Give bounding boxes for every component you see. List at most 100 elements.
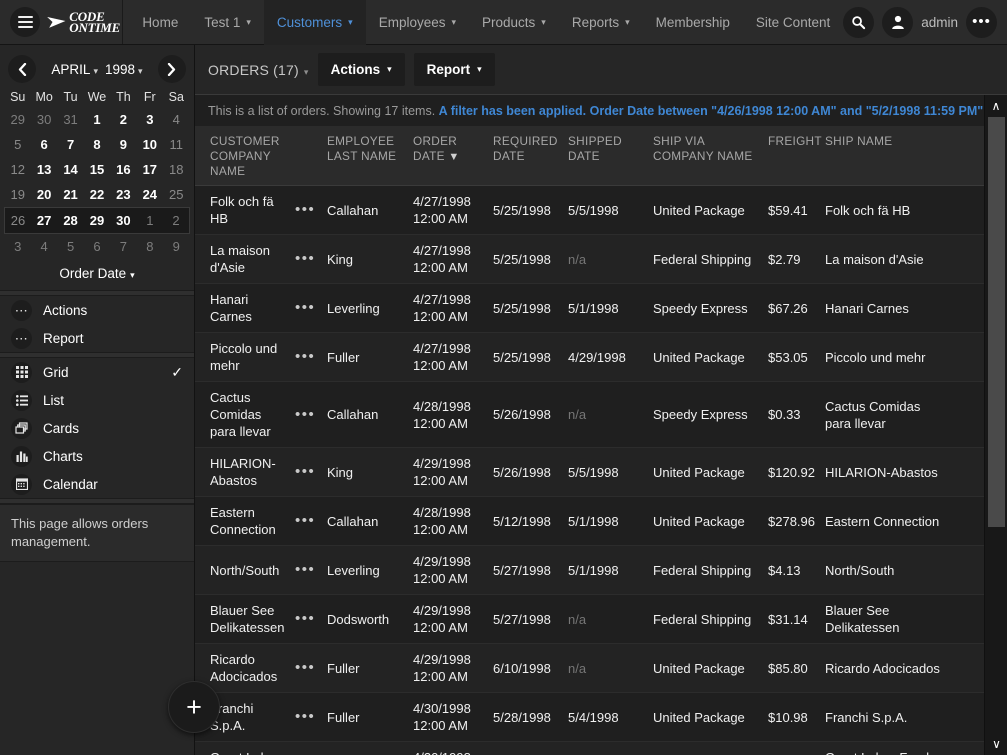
calendar-day-cell[interactable]: 7 [110, 234, 136, 260]
calendar-day-cell[interactable]: 31 [57, 107, 83, 132]
calendar-day-cell[interactable]: 9 [163, 234, 189, 260]
sidebar-item-actions[interactable]: ⋯ Actions [0, 296, 194, 324]
hamburger-menu-icon[interactable] [10, 7, 40, 37]
calendar-day-cell[interactable]: 5 [5, 132, 31, 157]
calendar-week-row[interactable]: 12 13 14 15 16 17 18 [5, 157, 190, 182]
calendar-week-row[interactable]: 26 27 28 29 30 1 2 [3, 207, 191, 234]
calendar-day-cell[interactable]: 30 [31, 107, 57, 132]
calendar-day-cell[interactable]: 7 [57, 132, 83, 157]
table-row[interactable]: Franchi S.p.A. ••• Fuller 4/30/1998 12:00 A… [195, 693, 1007, 742]
app-logo[interactable]: ➤ CODE ONTIME [44, 10, 121, 34]
calendar-day-cell[interactable]: 17 [137, 157, 163, 182]
sidebar-item-cards[interactable]: Cards [0, 414, 194, 442]
column-header-freight[interactable]: FREIGHT [768, 134, 825, 179]
calendar-day-cell[interactable]: 4 [31, 234, 57, 260]
calendar-week-row[interactable]: 3456789 [5, 234, 190, 260]
calendar-day-cell[interactable]: 19 [5, 182, 31, 208]
column-header-blank[interactable] [295, 134, 327, 179]
calendar-day-cell[interactable]: 9 [110, 132, 136, 157]
calendar-week-row[interactable]: 29 30 31 1 2 3 4 [5, 107, 190, 132]
user-avatar-icon[interactable] [882, 6, 914, 38]
calendar-week-row[interactable]: 19 20 21 22 23 24 25 [5, 182, 190, 208]
column-header-ship-name[interactable]: SHIP NAME [825, 134, 955, 179]
table-row[interactable]: La maison d'Asie ••• King 4/27/1998 12:00 A… [195, 235, 1007, 284]
scrollbar-track[interactable] [988, 117, 1005, 733]
calendar-day-cell[interactable]: 25 [163, 182, 189, 208]
overflow-menu-icon[interactable]: ••• [966, 6, 997, 38]
search-icon[interactable] [843, 6, 875, 38]
table-row[interactable]: Cactus Comidas para llevar ••• Callahan 4/2… [195, 382, 1007, 448]
calendar-day-cell[interactable]: 6 [84, 234, 110, 260]
table-row[interactable]: Hanari Carnes ••• Leverling 4/27/1998 12:00… [195, 284, 1007, 333]
table-row[interactable]: Great Lakes Food Market•••Peacock4/30/19… [195, 742, 1007, 755]
calendar-field-selector[interactable]: Order Date ▾ [4, 259, 190, 290]
scrollbar-thumb[interactable] [988, 117, 1005, 527]
calendar-day-cell[interactable]: 14 [57, 157, 83, 182]
sidebar-item-calendar[interactable]: Calendar [0, 470, 194, 498]
nav-item-reports[interactable]: Reports ▾ [559, 0, 643, 45]
table-row[interactable]: HILARION-Abastos ••• King 4/29/1998 12:00 A… [195, 448, 1007, 497]
calendar-day-cell[interactable]: 13 [31, 157, 57, 182]
calendar-week-row[interactable]: 5 6 7 8 9 10 11 [5, 132, 190, 157]
sidebar-item-report[interactable]: ⋯ Report [0, 324, 194, 352]
scroll-down-arrow-icon[interactable]: ∨ [985, 733, 1007, 755]
table-row[interactable]: North/South ••• Leverling 4/29/1998 12:00 A… [195, 546, 1007, 595]
filter-description-highlight[interactable]: A filter has been applied. Order Date be… [439, 104, 987, 118]
calendar-day-cell[interactable]: 15 [84, 157, 110, 182]
calendar-day-cell[interactable]: 8 [84, 132, 110, 157]
grid-title-selector[interactable]: ORDERS (17) ▾ [208, 62, 309, 78]
calendar-day-cell[interactable]: 11 [163, 132, 189, 157]
calendar-day-cell[interactable]: 3 [5, 234, 31, 260]
sidebar-item-charts[interactable]: Charts [0, 442, 194, 470]
calendar-day-cell[interactable]: 24 [137, 182, 163, 208]
calendar-day-cell[interactable]: 12 [5, 157, 31, 182]
column-header-customer-company-name[interactable]: CUSTOMER COMPANY NAME [195, 134, 295, 179]
nav-item-employees[interactable]: Employees ▾ [366, 0, 469, 45]
calendar-day-cell[interactable]: 5 [57, 234, 83, 260]
column-header-order-date[interactable]: ORDER DATE ▼ [413, 134, 493, 179]
nav-item-membership[interactable]: Membership [643, 0, 743, 45]
calendar-day-cell[interactable]: 1 [136, 207, 164, 234]
calendar-day-cell[interactable]: 10 [137, 132, 163, 157]
calendar-day-cell[interactable]: 29 [83, 207, 111, 234]
nav-item-site-content[interactable]: Site Content [743, 0, 843, 45]
calendar-day-cell[interactable]: 20 [31, 182, 57, 208]
nav-item-customers[interactable]: Customers ▾ [263, 0, 366, 45]
calendar-day-cell[interactable]: 18 [163, 157, 189, 182]
table-row[interactable]: Blauer See Delikatessen ••• Dodsworth 4/29/… [195, 595, 1007, 644]
calendar-day-cell[interactable]: 16 [110, 157, 136, 182]
filter-icon[interactable]: ▼ [448, 151, 459, 163]
vertical-scrollbar[interactable]: ∧ ∨ [984, 95, 1007, 755]
calendar-next-button[interactable] [157, 55, 186, 83]
table-row[interactable]: Folk och fä HB ••• Callahan 4/27/1998 12:00… [195, 186, 1007, 235]
calendar-day-cell[interactable]: 22 [84, 182, 110, 208]
calendar-day-cell[interactable]: 26 [3, 207, 31, 234]
sidebar-item-list[interactable]: List [0, 386, 194, 414]
calendar-day-cell[interactable]: 2 [110, 107, 136, 132]
calendar-day-cell[interactable]: 3 [137, 107, 163, 132]
calendar-day-cell[interactable]: 30 [110, 207, 137, 234]
calendar-prev-button[interactable] [8, 55, 36, 83]
calendar-day-cell[interactable]: 29 [5, 107, 31, 132]
column-header-required-date[interactable]: REQUIRED DATE [493, 134, 568, 179]
calendar-day-cell[interactable]: 21 [57, 182, 83, 208]
table-row[interactable]: Eastern Connection ••• Callahan 4/28/1998 1… [195, 497, 1007, 546]
new-record-button[interactable]: + [168, 681, 220, 733]
actions-button[interactable]: Actions ▾ [317, 53, 405, 86]
column-header-shipped-date[interactable]: SHIPPED DATE [568, 134, 653, 179]
calendar-day-cell[interactable]: 8 [137, 234, 163, 260]
calendar-day-cell[interactable]: 28 [57, 207, 84, 234]
column-header-ship-via-company-name[interactable]: SHIP VIA COMPANY NAME [653, 134, 768, 179]
calendar-day-cell[interactable]: 6 [31, 132, 57, 157]
calendar-month-select[interactable]: APRIL ▾ [51, 62, 98, 77]
sidebar-item-grid[interactable]: Grid ✓ [0, 358, 194, 386]
username-label[interactable]: admin [921, 15, 958, 30]
nav-item-home[interactable]: Home [129, 0, 191, 45]
calendar-day-cell[interactable]: 27 [30, 207, 58, 234]
report-button[interactable]: Report ▾ [413, 53, 495, 86]
table-row[interactable]: Ricardo Adocicados ••• Fuller 4/29/1998 12:… [195, 644, 1007, 693]
nav-item-products[interactable]: Products ▾ [469, 0, 559, 45]
calendar-day-cell[interactable]: 23 [110, 182, 136, 208]
table-row[interactable]: Piccolo und mehr ••• Fuller 4/27/1998 12:00… [195, 333, 1007, 382]
calendar-day-cell[interactable]: 1 [84, 107, 110, 132]
